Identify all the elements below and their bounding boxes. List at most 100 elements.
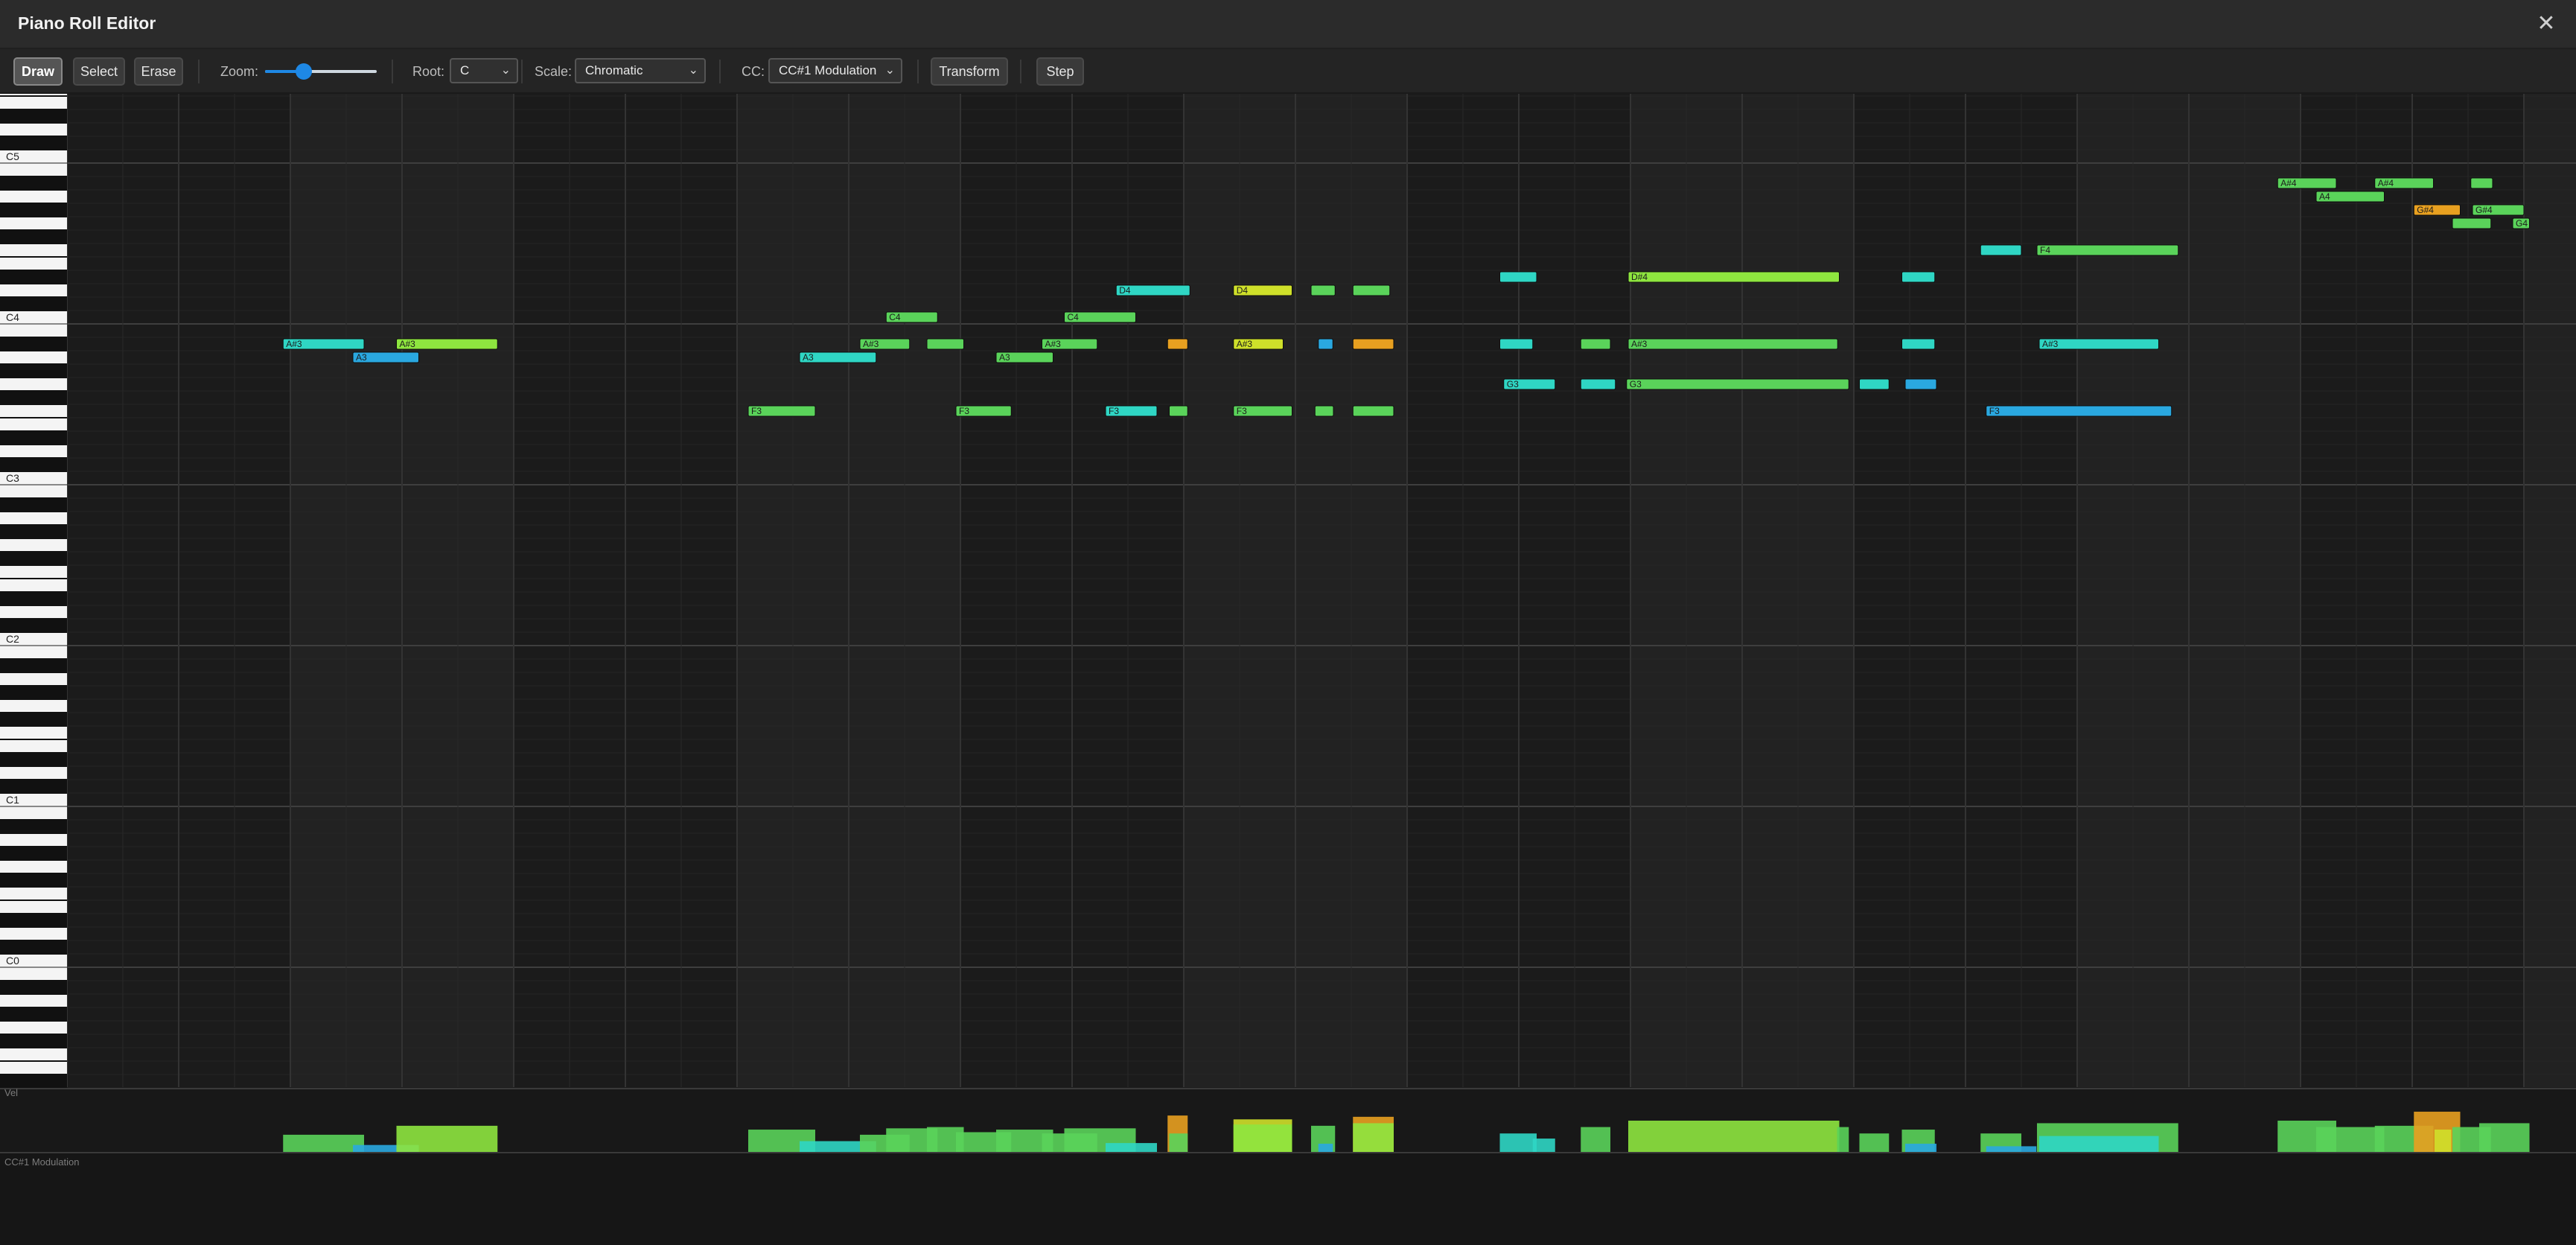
white-key[interactable] — [0, 418, 67, 430]
white-key[interactable] — [0, 97, 67, 109]
black-key[interactable] — [0, 686, 67, 699]
black-key[interactable] — [0, 270, 67, 284]
velocity-bar[interactable] — [1628, 1121, 1840, 1153]
note-block[interactable] — [1626, 378, 1849, 390]
white-key[interactable] — [0, 861, 67, 873]
note-block[interactable] — [1314, 405, 1334, 417]
black-key[interactable] — [0, 1007, 67, 1021]
white-key[interactable] — [0, 767, 67, 779]
white-key[interactable] — [0, 834, 67, 846]
black-key[interactable] — [0, 847, 67, 860]
note-block[interactable] — [2470, 177, 2493, 189]
velocity-bar[interactable] — [2435, 1130, 2452, 1153]
root-select[interactable]: C ⌄ — [450, 58, 518, 83]
velocity-bar[interactable] — [1233, 1124, 1292, 1153]
white-key[interactable] — [0, 807, 67, 819]
velocity-bar[interactable] — [1905, 1143, 1936, 1153]
black-key[interactable] — [0, 873, 67, 887]
black-key[interactable] — [0, 659, 67, 672]
white-key[interactable] — [0, 566, 67, 578]
black-key[interactable] — [0, 136, 67, 150]
white-key[interactable] — [0, 995, 67, 1007]
velocity-bar[interactable] — [2479, 1123, 2530, 1153]
white-key[interactable] — [0, 673, 67, 685]
white-key[interactable] — [0, 191, 67, 203]
black-key[interactable] — [0, 525, 67, 538]
black-key[interactable] — [0, 552, 67, 565]
note-block[interactable] — [1580, 378, 1616, 390]
white-key[interactable] — [0, 727, 67, 739]
black-key[interactable] — [0, 753, 67, 766]
note-block[interactable] — [1627, 271, 1840, 283]
note-block[interactable] — [1352, 284, 1391, 296]
white-key[interactable] — [0, 244, 67, 256]
scale-select[interactable]: Chromatic ⌄ — [575, 58, 706, 83]
cc-select[interactable]: CC#1 Modulation ⌄ — [768, 58, 902, 83]
select-tool-button[interactable]: Select — [73, 57, 125, 86]
black-key[interactable] — [0, 914, 67, 927]
black-key[interactable] — [0, 176, 67, 190]
note-block[interactable] — [1318, 338, 1333, 350]
zoom-slider-thumb[interactable] — [296, 63, 312, 80]
black-key[interactable] — [0, 592, 67, 605]
velocity-bar[interactable] — [283, 1134, 364, 1153]
white-key[interactable] — [0, 445, 67, 457]
velocity-bar[interactable] — [1581, 1127, 1610, 1153]
note-block[interactable] — [2036, 244, 2179, 256]
black-key[interactable] — [0, 820, 67, 833]
white-key[interactable] — [0, 928, 67, 940]
black-key[interactable] — [0, 981, 67, 994]
black-key[interactable] — [0, 230, 67, 243]
note-grid[interactable] — [66, 94, 2576, 1089]
draw-tool-button[interactable]: Draw — [13, 57, 63, 86]
white-key[interactable] — [0, 646, 67, 658]
note-block[interactable] — [1499, 271, 1537, 283]
note-block[interactable] — [1901, 338, 1936, 350]
note-block[interactable] — [1904, 378, 1937, 390]
white-key[interactable] — [0, 378, 67, 390]
velocity-bar[interactable] — [1353, 1123, 1394, 1153]
white-key[interactable] — [0, 740, 67, 752]
white-key[interactable] — [0, 351, 67, 363]
close-icon[interactable]: ✕ — [2530, 7, 2563, 40]
black-key[interactable] — [0, 337, 67, 351]
white-key[interactable] — [0, 94, 67, 95]
black-key[interactable] — [0, 364, 67, 378]
velocity-lane[interactable] — [0, 1088, 2576, 1153]
velocity-bar[interactable] — [1106, 1143, 1157, 1153]
velocity-bar[interactable] — [1318, 1143, 1333, 1153]
black-key[interactable] — [0, 940, 67, 954]
velocity-bar[interactable] — [1169, 1133, 1188, 1153]
note-block[interactable] — [1580, 338, 1611, 350]
white-key[interactable] — [0, 485, 67, 497]
velocity-bar[interactable] — [1837, 1127, 1849, 1153]
note-block[interactable] — [1499, 338, 1534, 350]
piano-roll[interactable]: C5 C4 C3 C2 C1 C0 A#3 A3 A#3 F3 A3 A#3 C4 F3 A3 A#3 C4 F… — [0, 94, 2576, 1245]
black-key[interactable] — [0, 1074, 67, 1088]
note-block[interactable] — [1169, 405, 1188, 417]
black-key[interactable] — [0, 498, 67, 512]
white-key[interactable] — [0, 217, 67, 229]
white-key[interactable] — [0, 579, 67, 591]
step-button[interactable]: Step — [1036, 57, 1084, 86]
black-key[interactable] — [0, 458, 67, 471]
note-block[interactable] — [1310, 284, 1336, 296]
white-key[interactable] — [0, 700, 67, 712]
velocity-bar[interactable] — [396, 1125, 498, 1153]
white-key[interactable] — [0, 901, 67, 913]
black-key[interactable] — [0, 391, 67, 404]
note-block[interactable] — [1980, 244, 2022, 256]
white-key[interactable] — [0, 164, 67, 176]
white-key[interactable] — [0, 539, 67, 551]
white-key[interactable] — [0, 124, 67, 136]
velocity-bar[interactable] — [1859, 1133, 1890, 1153]
white-key[interactable] — [0, 405, 67, 417]
velocity-bar[interactable] — [2316, 1127, 2385, 1153]
white-key[interactable] — [0, 284, 67, 296]
velocity-bar[interactable] — [2039, 1136, 2159, 1153]
black-key[interactable] — [0, 780, 67, 793]
erase-tool-button[interactable]: Erase — [134, 57, 183, 86]
note-block[interactable] — [1627, 338, 1838, 350]
white-key[interactable] — [0, 1048, 67, 1060]
velocity-bar[interactable] — [1986, 1146, 2037, 1153]
